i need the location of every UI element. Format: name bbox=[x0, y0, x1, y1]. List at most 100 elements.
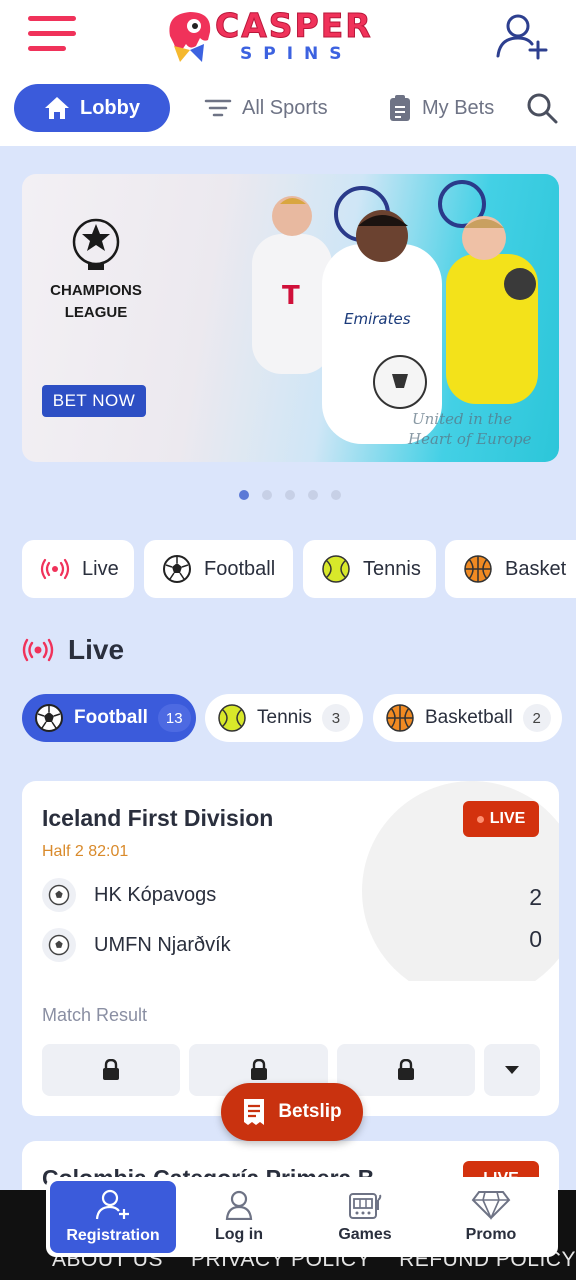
live-badge: LIVE bbox=[463, 801, 539, 837]
away-team-name: UMFN Njarðvík bbox=[94, 933, 231, 956]
slot-machine-icon bbox=[349, 1193, 382, 1219]
filter-football-count: 13 bbox=[157, 704, 191, 732]
lock-icon bbox=[250, 1059, 267, 1080]
live-section-title: Live bbox=[22, 634, 124, 666]
chip-tennis[interactable]: Tennis bbox=[303, 540, 436, 598]
nav-my-bets-label: My Bets bbox=[422, 96, 495, 119]
tab-promo[interactable]: Promo bbox=[428, 1181, 554, 1253]
nav-lobby-label: Lobby bbox=[80, 96, 140, 119]
live-badge-label: LIVE bbox=[489, 810, 526, 827]
odd-button-home[interactable] bbox=[42, 1044, 180, 1096]
players-image: T Emirates United in the Heart of Europe bbox=[252, 180, 538, 448]
lock-icon bbox=[103, 1059, 119, 1080]
nav-my-bets[interactable]: My Bets bbox=[388, 84, 494, 132]
away-team: UMFN Njarðvík bbox=[42, 928, 231, 962]
match-card[interactable]: Iceland First Division Half 2 82:01 LIVE… bbox=[22, 781, 559, 1116]
chip-basketball-label: Basket bbox=[505, 557, 567, 580]
league-name: Iceland First Division bbox=[42, 805, 274, 831]
carousel-dot[interactable] bbox=[262, 490, 272, 500]
team-logo-icon bbox=[42, 928, 76, 962]
tab-promo-label: Promo bbox=[465, 1226, 517, 1243]
betslip-button[interactable]: Betslip bbox=[221, 1083, 363, 1141]
header: CASPER SPINS bbox=[0, 0, 576, 72]
add-user-icon bbox=[95, 1189, 129, 1220]
sport-chips: Live Football Tennis Basket bbox=[22, 540, 576, 600]
competition-name-line2: LEAGUE bbox=[64, 304, 128, 321]
live-filters: Football 13 Tennis 3 Basketball 2 bbox=[22, 694, 576, 742]
filter-football[interactable]: Football 13 bbox=[22, 694, 196, 742]
filter-icon bbox=[204, 99, 232, 117]
football-icon bbox=[35, 704, 63, 732]
hamburger-icon[interactable] bbox=[28, 16, 76, 52]
main-nav: Lobby All Sports My Bets bbox=[0, 72, 576, 146]
user-icon bbox=[225, 1190, 253, 1220]
svg-text:T: T bbox=[282, 281, 300, 311]
nav-all-sports[interactable]: All Sports bbox=[204, 84, 328, 132]
ghost-mascot-icon bbox=[169, 12, 211, 62]
filter-basketball-label: Basketball bbox=[425, 707, 513, 728]
diamond-icon bbox=[471, 1191, 511, 1220]
filter-football-label: Football bbox=[74, 707, 148, 728]
away-score: 0 bbox=[529, 926, 542, 952]
chip-live-label: Live bbox=[82, 557, 119, 580]
chip-football-label: Football bbox=[204, 557, 276, 580]
match-time: Half 2 82:01 bbox=[42, 843, 129, 860]
logo-subtitle: SPINS bbox=[240, 44, 353, 64]
tennis-icon bbox=[322, 555, 350, 583]
carousel-dot[interactable] bbox=[331, 490, 341, 500]
promo-banner[interactable]: CHAMPIONS LEAGUE BET NOW T Emirates Unit… bbox=[22, 174, 559, 462]
svg-text:Emirates: Emirates bbox=[344, 310, 411, 328]
competition-name-line1: CHAMPIONS bbox=[50, 282, 142, 299]
more-markets-button[interactable] bbox=[484, 1044, 540, 1096]
basketball-icon bbox=[464, 555, 492, 583]
carousel-dot[interactable] bbox=[308, 490, 318, 500]
live-title-label: Live bbox=[68, 634, 125, 665]
chip-tennis-label: Tennis bbox=[363, 557, 421, 580]
market-name: Match Result bbox=[42, 1005, 148, 1025]
home-team: HK Kópavogs bbox=[42, 878, 216, 912]
football-icon bbox=[163, 555, 191, 583]
svg-text:Heart of Europe: Heart of Europe bbox=[407, 430, 532, 448]
nav-all-sports-label: All Sports bbox=[242, 96, 328, 119]
filter-tennis[interactable]: Tennis 3 bbox=[205, 694, 363, 742]
carousel-dot[interactable] bbox=[239, 490, 249, 500]
tab-registration[interactable]: Registration bbox=[50, 1181, 176, 1253]
champions-league-logo: CHAMPIONS LEAGUE bbox=[46, 216, 146, 321]
filter-tennis-label: Tennis bbox=[257, 707, 312, 728]
filter-basketball[interactable]: Basketball 2 bbox=[373, 694, 562, 742]
clipboard-icon bbox=[390, 95, 410, 121]
odd-button-away[interactable] bbox=[337, 1044, 475, 1096]
tab-registration-label: Registration bbox=[66, 1227, 160, 1244]
basketball-icon bbox=[386, 704, 414, 732]
filter-basketball-count: 2 bbox=[522, 704, 551, 732]
home-icon bbox=[45, 97, 69, 119]
filter-tennis-count: 3 bbox=[321, 704, 350, 732]
live-icon bbox=[22, 638, 54, 662]
search-icon[interactable] bbox=[526, 92, 558, 124]
chevron-down-icon bbox=[505, 1066, 519, 1074]
svg-text:United in the: United in the bbox=[412, 410, 512, 428]
add-user-icon[interactable] bbox=[494, 12, 550, 60]
live-dot-icon bbox=[476, 815, 484, 823]
bottom-tab-bar: Registration Log in Games Promo bbox=[46, 1177, 558, 1257]
betslip-label: Betslip bbox=[278, 1101, 342, 1122]
chip-live[interactable]: Live bbox=[22, 540, 134, 598]
home-team-name: HK Kópavogs bbox=[94, 883, 217, 906]
carousel-dots bbox=[239, 490, 341, 500]
nav-lobby-button[interactable]: Lobby bbox=[14, 84, 170, 132]
bet-now-button[interactable]: BET NOW bbox=[42, 385, 146, 417]
team-logo-icon bbox=[42, 878, 76, 912]
starball-icon bbox=[72, 218, 120, 270]
logo-title: CASPER bbox=[215, 6, 373, 46]
carousel-dot[interactable] bbox=[285, 490, 295, 500]
tab-login[interactable]: Log in bbox=[176, 1181, 302, 1253]
tab-games-label: Games bbox=[338, 1226, 392, 1243]
live-icon bbox=[40, 558, 70, 580]
tab-games[interactable]: Games bbox=[302, 1181, 428, 1253]
chip-basketball[interactable]: Basket bbox=[445, 540, 576, 598]
tennis-icon bbox=[218, 704, 246, 732]
chip-football[interactable]: Football bbox=[144, 540, 293, 598]
logo[interactable]: CASPER SPINS bbox=[160, 6, 390, 66]
home-score: 2 bbox=[529, 884, 542, 910]
tab-login-label: Log in bbox=[215, 1226, 263, 1243]
